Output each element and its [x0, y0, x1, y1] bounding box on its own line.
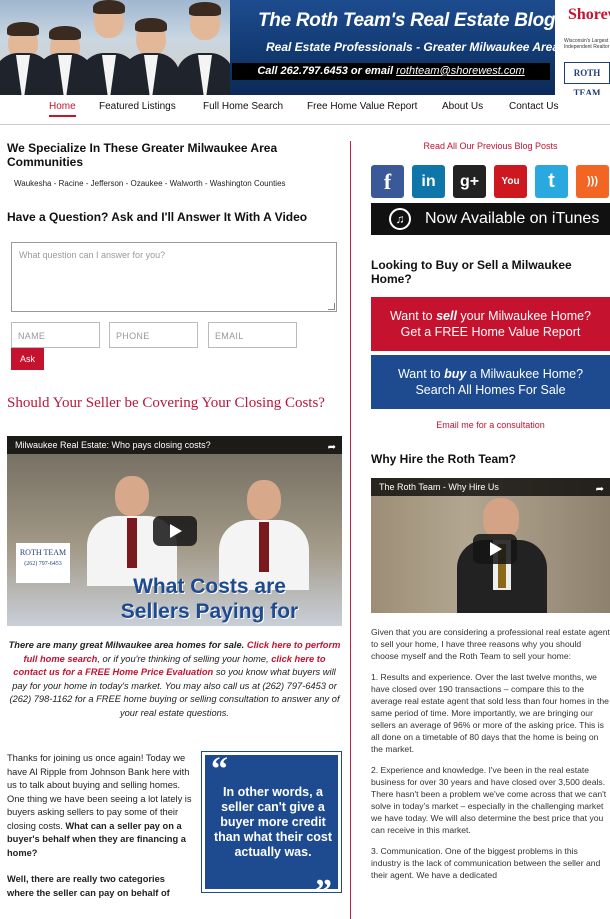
play-button-icon[interactable] — [153, 516, 197, 546]
buy-cta-line1: Want to buy a Milwaukee Home? — [397, 367, 584, 381]
why-hire-paragraph: 1. Results and experience. Over the last… — [371, 672, 609, 754]
question-placeholder: What question can I answer for you? — [19, 250, 166, 260]
nav-home[interactable]: Home — [49, 101, 76, 117]
nav-full-home-search[interactable]: Full Home Search — [203, 101, 283, 112]
facebook-icon[interactable]: f — [371, 165, 404, 198]
nav-free-home-value-report[interactable]: Free Home Value Report — [307, 101, 417, 112]
sell-cta-line2: Get a FREE Home Value Report — [400, 325, 581, 339]
video-title[interactable]: The Roth Team - Why Hire Us — [379, 482, 499, 492]
video-title-bar: Milwaukee Real Estate: Who pays closing … — [7, 436, 342, 454]
closing-costs-video[interactable]: Milwaukee Real Estate: Who pays closing … — [7, 436, 342, 626]
rss-icon[interactable]: ))) — [576, 165, 609, 198]
video-caption-line1: What Costs are — [133, 575, 286, 598]
buy-sell-heading: Looking to Buy or Sell a Milwaukee Home? — [371, 258, 572, 286]
share-icon[interactable]: ➦ — [596, 481, 604, 499]
email-field[interactable]: EMAIL — [208, 322, 297, 348]
post-paragraph-2: Well, there are really two categories wh… — [7, 874, 170, 898]
question-heading: Have a Question? Ask and I'll Answer It … — [7, 210, 308, 224]
video-caption: What Costs are Sellers Paying for Buyers… — [77, 574, 342, 626]
video-logo-phone: (262) 797-6453 — [24, 561, 62, 567]
contact-bar: Call 262.797.6453 or email rothteam@shor… — [232, 63, 550, 80]
name-field[interactable]: NAME — [11, 322, 100, 348]
post-paragraph: Thanks for joining us once again! Today … — [7, 753, 192, 831]
video-caption-line2: Sellers Paying for Buyers? — [120, 600, 299, 626]
video-logo-text: ROTH TEAM — [19, 548, 67, 557]
shorewest-logo[interactable]: Shorew — [568, 6, 610, 24]
promo-intro: There are many great Milwaukee area home… — [8, 640, 245, 650]
column-divider — [350, 141, 351, 919]
linkedin-icon[interactable]: in — [412, 165, 445, 198]
pull-quote-text: In other words, a seller can't give a bu… — [213, 785, 333, 859]
question-textarea[interactable]: What question can I answer for you? — [11, 242, 337, 312]
main-content: We Specialize In These Greater Milwaukee… — [7, 141, 343, 224]
site-title[interactable]: The Roth Team's Real Estate Blog — [258, 10, 556, 32]
contact-phone: Call 262.797.6453 or email — [257, 65, 397, 77]
pull-quote: “ In other words, a seller can't give a … — [201, 751, 342, 910]
email-consultation-link[interactable]: Email me for a consultation — [371, 420, 610, 430]
team-member-photo — [122, 0, 180, 95]
play-button-icon[interactable] — [473, 534, 517, 564]
contact-email-link[interactable]: rothteam@shorewest.com — [396, 65, 525, 77]
team-photo — [0, 0, 230, 95]
why-hire-paragraph: 2. Experience and knowledge. I've been i… — [371, 765, 607, 835]
ask-button[interactable]: Ask — [11, 348, 44, 370]
site-header: The Roth Team's Real Estate Blog Real Es… — [0, 0, 610, 95]
music-note-icon: ♫ — [389, 208, 411, 230]
twitter-icon[interactable]: t — [535, 165, 568, 198]
why-hire-video[interactable]: The Roth Team - Why Hire Us ➦ — [371, 478, 610, 613]
sell-home-cta[interactable]: Want to sell your Milwaukee Home? Get a … — [371, 297, 610, 351]
why-hire-paragraph: Given that you are considering a profess… — [371, 627, 610, 661]
site-subtitle: Real Estate Professionals - Greater Milw… — [266, 40, 560, 54]
team-member-photo — [176, 0, 230, 95]
resize-handle[interactable] — [328, 303, 335, 310]
post-title[interactable]: Should Your Seller be Covering Your Clos… — [7, 395, 325, 412]
google-plus-icon[interactable]: g+ — [453, 165, 486, 198]
counties-list: Waukesha - Racine - Jefferson - Ozaukee … — [14, 179, 286, 188]
buy-home-cta[interactable]: Want to buy a Milwaukee Home? Search All… — [371, 355, 610, 409]
sell-cta-line1: Want to sell your Milwaukee Home? — [389, 309, 592, 323]
promo-middle: , or if you're thinking of selling your … — [97, 653, 269, 664]
why-hire-paragraph: 3. Communication. One of the biggest pro… — [371, 846, 601, 880]
nav-contact-us[interactable]: Contact Us — [509, 101, 558, 112]
previous-posts-link[interactable]: Read All Our Previous Blog Posts — [371, 141, 610, 151]
post-body: Thanks for joining us once again! Today … — [7, 752, 193, 900]
video-title[interactable]: Milwaukee Real Estate: Who pays closing … — [15, 440, 211, 450]
why-hire-text: Given that you are considering a profess… — [371, 626, 610, 890]
youtube-icon[interactable]: You — [494, 165, 527, 198]
buy-cta-line2: Search All Homes For Sale — [415, 383, 566, 397]
video-title-bar: The Roth Team - Why Hire Us ➦ — [371, 478, 610, 496]
itunes-banner[interactable]: ♫ Now Available on iTunes — [371, 203, 610, 235]
phone-field[interactable]: PHONE — [109, 322, 198, 348]
nav-about-us[interactable]: About Us — [442, 101, 483, 112]
video-roth-logo: ROTH TEAM (262) 797-6453 — [16, 543, 70, 583]
specialize-heading: We Specialize In These Greater Milwaukee… — [7, 141, 278, 169]
close-quote-icon: ” — [315, 873, 332, 910]
main-nav: Home Featured Listings Full Home Search … — [0, 95, 610, 125]
brand-tagline: Wisconsin's Largest Independent Realtor — [564, 38, 610, 50]
itunes-text: Now Available on iTunes — [425, 210, 600, 227]
roth-team-logo[interactable]: ROTH TEAM — [564, 62, 610, 95]
nav-featured-listings[interactable]: Featured Listings — [99, 101, 176, 112]
open-quote-icon: “ — [211, 751, 228, 788]
promo-paragraph: There are many great Milwaukee area home… — [7, 639, 342, 720]
share-icon[interactable]: ➦ — [328, 439, 336, 457]
why-hire-heading: Why Hire the Roth Team? — [371, 452, 517, 466]
